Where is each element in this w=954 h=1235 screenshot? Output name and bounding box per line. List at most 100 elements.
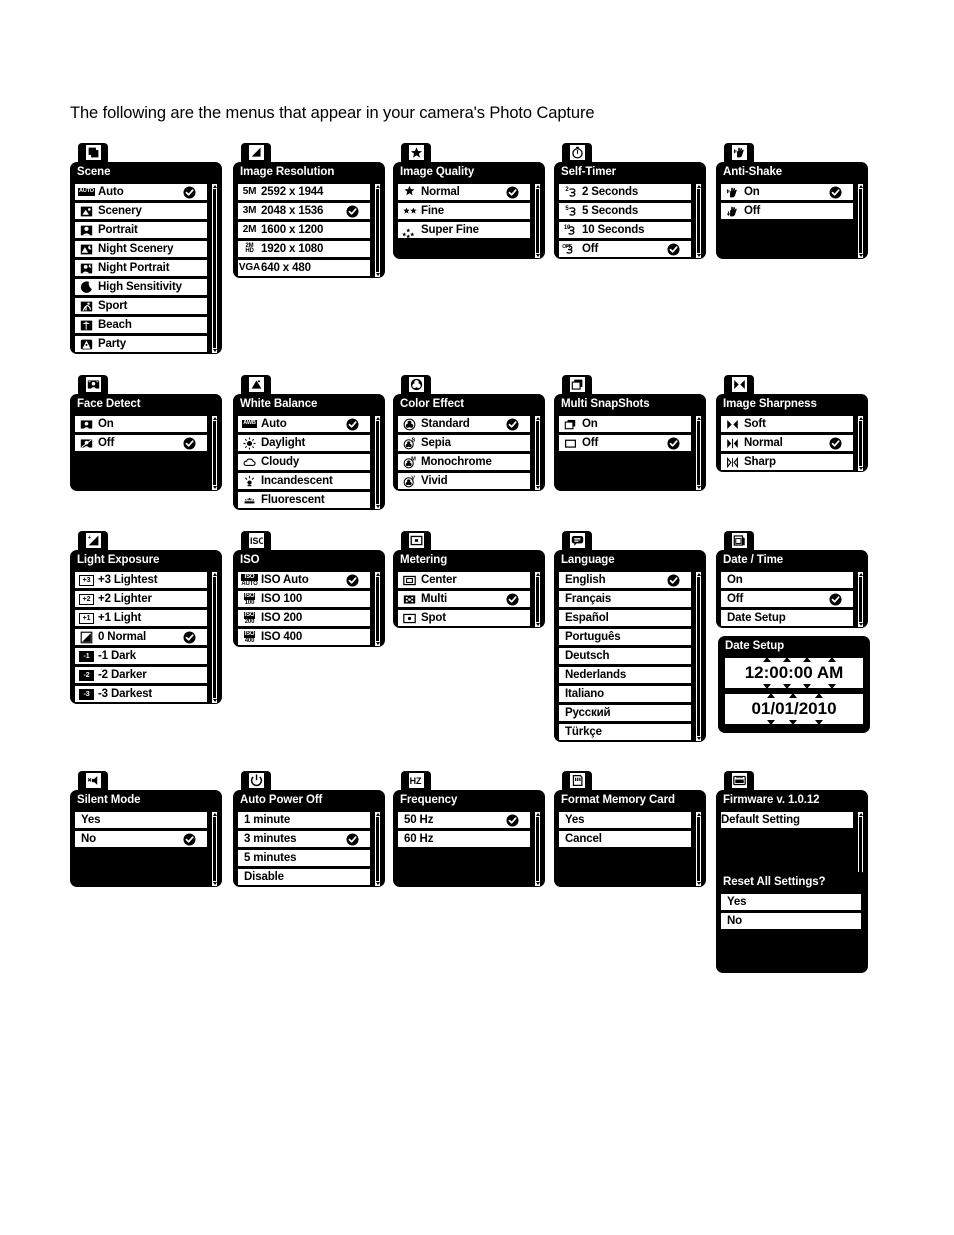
menu-item-image-quality-0[interactable]: Normal: [397, 183, 531, 201]
scroll-thumb[interactable]: [376, 817, 379, 881]
scrollbar-iso[interactable]: [374, 571, 381, 647]
menu-item-image-sharpness-1[interactable]: Normal: [720, 434, 854, 452]
scroll-down-arrow-icon[interactable]: [535, 486, 540, 489]
scroll-thumb[interactable]: [213, 577, 216, 698]
scrollbar-language[interactable]: [695, 571, 702, 742]
scroll-down-arrow-icon[interactable]: [535, 623, 540, 626]
menu-item-color-effect-2[interactable]: M Monochrome: [397, 453, 531, 471]
menu-item-anti-shake-1[interactable]: Off: [720, 202, 854, 220]
scroll-down-arrow-icon[interactable]: [375, 273, 380, 276]
scroll-down-arrow-icon[interactable]: [858, 623, 863, 626]
menu-item-date-time-2[interactable]: Date Setup: [720, 609, 854, 627]
scrollbar-date-time[interactable]: [857, 571, 864, 628]
scroll-up-arrow-icon[interactable]: [212, 573, 217, 576]
menu-item-scene-0[interactable]: AUTO Auto: [74, 183, 208, 201]
scrollbar-light-exposure[interactable]: [211, 571, 218, 704]
menu-item-silent-mode-1[interactable]: No: [74, 830, 208, 848]
scroll-down-arrow-icon[interactable]: [212, 349, 217, 352]
menu-item-language-4[interactable]: Deutsch: [558, 647, 692, 665]
menu-item-language-1[interactable]: Français: [558, 590, 692, 608]
scroll-up-arrow-icon[interactable]: [858, 417, 863, 420]
scrollbar-metering[interactable]: [534, 571, 541, 628]
menu-item-light-exposure-2[interactable]: +1 +1 Light: [74, 609, 208, 627]
menu-tab-self-timer[interactable]: [562, 143, 592, 162]
menu-item-scene-2[interactable]: Portrait: [74, 221, 208, 239]
menu-tab-firmware[interactable]: [724, 771, 754, 790]
scroll-up-arrow-icon[interactable]: [696, 813, 701, 816]
reset-option-yes[interactable]: Yes: [720, 893, 862, 911]
menu-item-self-timer-0[interactable]: 22 Seconds: [558, 183, 692, 201]
menu-item-self-timer-3[interactable]: OFF Off: [558, 240, 692, 258]
menu-item-light-exposure-5[interactable]: -2 -2 Darker: [74, 666, 208, 684]
scroll-down-arrow-icon[interactable]: [535, 254, 540, 257]
menu-item-color-effect-0[interactable]: Standard: [397, 415, 531, 433]
menu-item-iso-0[interactable]: ISO AUTO ISO Auto: [237, 571, 371, 589]
menu-item-metering-0[interactable]: Center: [397, 571, 531, 589]
menu-item-white-balance-1[interactable]: Daylight: [237, 434, 371, 452]
menu-item-light-exposure-0[interactable]: +3 +3 Lightest: [74, 571, 208, 589]
scroll-thumb[interactable]: [859, 189, 862, 253]
scroll-down-arrow-icon[interactable]: [858, 254, 863, 257]
scrollbar-color-effect[interactable]: [534, 415, 541, 491]
menu-item-date-time-1[interactable]: Off: [720, 590, 854, 608]
scroll-up-arrow-icon[interactable]: [858, 813, 863, 816]
menu-item-language-0[interactable]: English: [558, 571, 692, 589]
menu-item-iso-1[interactable]: ISO 100 ISO 100: [237, 590, 371, 608]
scroll-down-arrow-icon[interactable]: [375, 642, 380, 645]
menu-item-scene-4[interactable]: Night Portrait: [74, 259, 208, 277]
scroll-up-arrow-icon[interactable]: [535, 185, 540, 188]
scroll-down-arrow-icon[interactable]: [696, 737, 701, 740]
scroll-up-arrow-icon[interactable]: [696, 417, 701, 420]
scroll-thumb[interactable]: [376, 421, 379, 504]
stepper-down-arrow-icon[interactable]: [789, 720, 797, 725]
scroll-thumb[interactable]: [536, 577, 539, 622]
menu-item-firmware-0[interactable]: Default Setting: [720, 811, 854, 829]
menu-item-scene-1[interactable]: Scenery: [74, 202, 208, 220]
menu-item-image-quality-1[interactable]: Fine: [397, 202, 531, 220]
stepper-down-arrow-icon[interactable]: [803, 684, 811, 689]
menu-item-image-sharpness-2[interactable]: Sharp: [720, 453, 854, 471]
stepper-down-arrow-icon[interactable]: [767, 720, 775, 725]
menu-tab-language[interactable]: [562, 531, 592, 550]
menu-tab-metering[interactable]: [401, 531, 431, 550]
stepper-down-arrow-icon[interactable]: [783, 684, 791, 689]
menu-item-multi-snapshots-1[interactable]: Off: [558, 434, 692, 452]
stepper-up-arrow-icon[interactable]: [789, 693, 797, 698]
menu-tab-image-quality[interactable]: [401, 143, 431, 162]
stepper-down-arrow-icon[interactable]: [815, 720, 823, 725]
scroll-down-arrow-icon[interactable]: [212, 486, 217, 489]
menu-tab-image-sharpness[interactable]: [724, 375, 754, 394]
menu-item-auto-power-off-1[interactable]: 3 minutes: [237, 830, 371, 848]
menu-tab-date-time[interactable]: [724, 531, 754, 550]
menu-item-color-effect-3[interactable]: V Vivid: [397, 472, 531, 490]
scroll-thumb[interactable]: [213, 421, 216, 485]
menu-item-face-detect-0[interactable]: On: [74, 415, 208, 433]
scrollbar-image-resolution[interactable]: [374, 183, 381, 278]
scroll-up-arrow-icon[interactable]: [212, 185, 217, 188]
menu-tab-image-resolution[interactable]: [241, 143, 271, 162]
menu-item-white-balance-0[interactable]: AWB Auto: [237, 415, 371, 433]
scroll-thumb[interactable]: [697, 577, 700, 736]
menu-item-scene-3[interactable]: Night Scenery: [74, 240, 208, 258]
menu-tab-frequency[interactable]: HZ: [401, 771, 431, 790]
scrollbar-auto-power-off[interactable]: [374, 811, 381, 887]
menu-item-light-exposure-4[interactable]: -1 -1 Dark: [74, 647, 208, 665]
menu-item-image-resolution-4[interactable]: VGA 640 x 480: [237, 259, 371, 277]
menu-item-format-memory-card-1[interactable]: Cancel: [558, 830, 692, 848]
scroll-down-arrow-icon[interactable]: [696, 254, 701, 257]
scroll-up-arrow-icon[interactable]: [858, 573, 863, 576]
menu-item-image-resolution-2[interactable]: 2M 1600 x 1200: [237, 221, 371, 239]
menu-tab-face-detect[interactable]: [78, 375, 108, 394]
scroll-up-arrow-icon[interactable]: [535, 813, 540, 816]
menu-item-silent-mode-0[interactable]: Yes: [74, 811, 208, 829]
scrollbar-silent-mode[interactable]: [211, 811, 218, 887]
scroll-up-arrow-icon[interactable]: [858, 185, 863, 188]
scrollbar-anti-shake[interactable]: [857, 183, 864, 259]
menu-tab-color-effect[interactable]: [401, 375, 431, 394]
scrollbar-image-sharpness[interactable]: [857, 415, 864, 472]
scroll-down-arrow-icon[interactable]: [535, 882, 540, 885]
scroll-up-arrow-icon[interactable]: [535, 573, 540, 576]
menu-item-metering-1[interactable]: Multi: [397, 590, 531, 608]
menu-tab-format-memory-card[interactable]: [562, 771, 592, 790]
scroll-up-arrow-icon[interactable]: [212, 417, 217, 420]
